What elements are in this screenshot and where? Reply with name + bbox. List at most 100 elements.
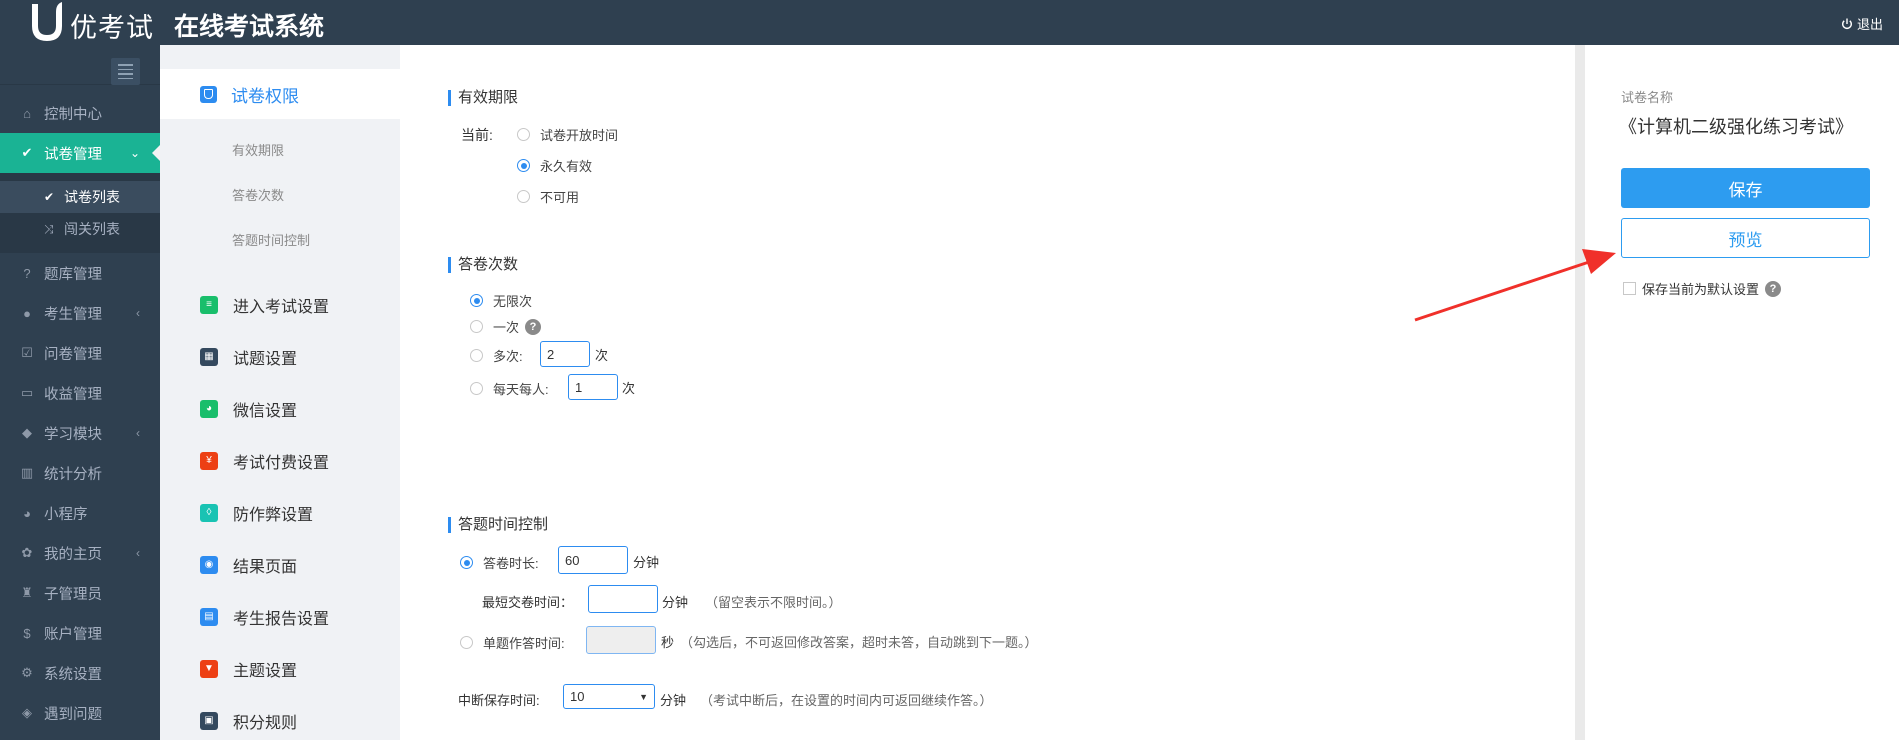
duration-input[interactable]: 60 — [558, 546, 628, 574]
sidebar-item-question-bank[interactable]: ? 题库管理 — [0, 253, 160, 293]
settings-nav: 试卷权限 有效期限 答卷次数 答题时间控制 ≡ 进入考试设置 ▦ 试题设置 ◕ … — [160, 45, 400, 740]
validity-option-permanent[interactable]: 永久有效 — [517, 156, 592, 175]
attempts-option-once[interactable]: 一次 ? — [470, 317, 542, 336]
radio-button[interactable] — [517, 159, 530, 172]
sidebar-subitem-paper-list[interactable]: ✔ 试卷列表 — [0, 181, 160, 213]
checkbox[interactable] — [1623, 282, 1636, 295]
settings-sub-attempts[interactable]: 答卷次数 — [232, 185, 284, 204]
settings-nav-enter-exam[interactable]: ≡ 进入考试设置 — [200, 293, 329, 317]
sidebar-item-label: 统计分析 — [44, 466, 102, 483]
help-icon[interactable]: ? — [1765, 280, 1782, 297]
yen-icon: ¥ — [200, 452, 218, 470]
sidebar-item-candidates[interactable]: ● 考生管理 ‹ — [0, 293, 160, 333]
settings-nav-points[interactable]: ▣ 积分规则 — [200, 709, 297, 733]
settings-nav-report[interactable]: ▤ 考生报告设置 — [200, 605, 329, 629]
panel-divider — [1575, 45, 1585, 740]
settings-sub-validity[interactable]: 有效期限 — [232, 140, 284, 159]
interrupt-select-value: 10 — [570, 689, 585, 704]
shield-icon: ◊ — [200, 504, 218, 522]
attempts-option-unlimited[interactable]: 无限次 — [470, 291, 532, 310]
sidebar-item-statistics[interactable]: ▥ 统计分析 — [0, 453, 160, 493]
per-question-hint: （勾选后，不可返回修改答案，超时未答，自动跳到下一题。） — [680, 635, 1038, 650]
settings-nav-questions[interactable]: ▦ 试题设置 — [200, 345, 297, 369]
settings-nav-label: 主题设置 — [233, 663, 298, 680]
shuffle-icon: ⤨ — [44, 221, 54, 236]
sidebar-subitem-label: 闯关列表 — [64, 221, 120, 237]
sidebar-item-label: 题库管理 — [44, 266, 102, 283]
settings-nav-theme[interactable]: ▼ 主题设置 — [200, 657, 297, 681]
sidebar-item-control-center[interactable]: ⌂ 控制中心 — [0, 93, 160, 133]
save-default-option[interactable]: 保存当前为默认设置 ? — [1623, 279, 1782, 298]
radio-button[interactable] — [470, 382, 483, 395]
option-label: 答卷时长: — [483, 556, 539, 571]
radio-button[interactable] — [470, 320, 483, 333]
sidebar-item-mini-program[interactable]: ◕ 小程序 — [0, 493, 160, 533]
settings-nav-anti-cheat[interactable]: ◊ 防作弊设置 — [200, 501, 313, 525]
sidebar-submenu: ✔ 试卷列表 ⤨ 闯关列表 — [0, 173, 160, 253]
timing-option-duration[interactable]: 答卷时长: — [460, 553, 539, 572]
sidebar-item-label: 遇到问题 — [44, 706, 102, 723]
sidebar-item-learning[interactable]: ◆ 学习模块 ‹ — [0, 413, 160, 453]
flower-icon: ✿ — [21, 545, 33, 560]
settings-nav-label: 考试付费设置 — [233, 455, 330, 472]
settings-nav-payment[interactable]: ¥ 考试付费设置 — [200, 449, 329, 473]
sidebar-subitem-level-list[interactable]: ⤨ 闯关列表 — [0, 213, 160, 245]
sidebar-item-surveys[interactable]: ☑ 问卷管理 — [0, 333, 160, 373]
menu-toggle-button[interactable] — [111, 58, 140, 85]
sidebar-subitem-label: 试卷列表 — [64, 189, 120, 205]
help-icon[interactable]: ? — [525, 318, 542, 335]
attempts-daily-input[interactable]: 1 — [568, 374, 618, 400]
attempts-option-multiple[interactable]: 多次: — [470, 346, 523, 365]
user-icon: ● — [23, 305, 31, 321]
settings-nav-label: 微信设置 — [233, 403, 298, 420]
power-icon — [1842, 18, 1852, 29]
radio-button[interactable] — [517, 128, 530, 141]
sidebar-item-account[interactable]: $ 账户管理 — [0, 613, 160, 653]
per-question-input[interactable] — [586, 626, 656, 654]
validity-option-unavailable[interactable]: 不可用 — [517, 187, 579, 206]
timing-option-per-question[interactable]: 单题作答时间: — [460, 633, 565, 652]
min-submit-label: 最短交卷时间： — [482, 595, 574, 610]
sidebar-item-system-settings[interactable]: ⚙ 系统设置 — [0, 653, 160, 693]
sidebar-item-income[interactable]: ▭ 收益管理 — [0, 373, 160, 413]
radio-button[interactable] — [460, 556, 473, 569]
attempts-multiple-input[interactable]: 2 — [540, 341, 590, 367]
sidebar-item-label: 小程序 — [44, 506, 88, 523]
logo-icon — [32, 2, 62, 41]
grid-icon: ▦ — [200, 348, 218, 366]
validity-section-title: 有效期限 — [448, 90, 518, 106]
user-lock-icon: ♜ — [21, 585, 33, 600]
sidebar-item-paper-management[interactable]: ✔ 试卷管理 ⌄ — [0, 133, 160, 173]
settings-nav-wechat[interactable]: ◕ 微信设置 — [200, 397, 297, 421]
logout-button[interactable]: 退出 — [1841, 14, 1883, 33]
interrupt-unit: 分钟 — [660, 693, 687, 708]
app-title: 在线考试系统 — [174, 13, 325, 41]
attempts-section-title: 答卷次数 — [448, 257, 518, 273]
settings-sub-timing[interactable]: 答题时间控制 — [232, 230, 310, 249]
sidebar-item-sub-admins[interactable]: ♜ 子管理员 — [0, 573, 160, 613]
sidebar-item-label: 学习模块 — [44, 426, 102, 443]
sidebar-item-label: 问卷管理 — [44, 346, 102, 363]
settings-nav-result-page[interactable]: ◉ 结果页面 — [200, 553, 297, 577]
radio-button[interactable] — [470, 294, 483, 307]
action-panel: 试卷名称 《计算机二级强化练习考试》 保存 预览 保存当前为默认设置 ? — [1585, 45, 1899, 740]
dollar-icon: $ — [23, 625, 31, 641]
attempts-option-daily[interactable]: 每天每人: — [470, 379, 549, 398]
interrupt-select[interactable]: 10 ▼ — [563, 684, 655, 709]
checkbox-icon: ☑ — [21, 345, 33, 360]
validity-option-open-time[interactable]: 试卷开放时间 — [517, 125, 618, 144]
radio-button[interactable] — [460, 636, 473, 649]
settings-nav-head-label: 试卷权限 — [231, 86, 299, 106]
sidebar-item-help[interactable]: ◈ 遇到问题 — [0, 693, 160, 733]
save-button[interactable]: 保存 — [1621, 168, 1870, 208]
chevron-left-icon: ‹ — [136, 546, 140, 560]
radio-button[interactable] — [470, 349, 483, 362]
radio-button[interactable] — [517, 190, 530, 203]
settings-nav-label: 试题设置 — [233, 351, 298, 368]
preview-button[interactable]: 预览 — [1621, 218, 1870, 258]
sidebar-item-label: 子管理员 — [44, 586, 102, 603]
settings-nav-permissions[interactable]: 试卷权限 — [160, 69, 400, 119]
sidebar-item-homepage[interactable]: ✿ 我的主页 ‹ — [0, 533, 160, 573]
min-submit-input[interactable] — [588, 585, 658, 613]
